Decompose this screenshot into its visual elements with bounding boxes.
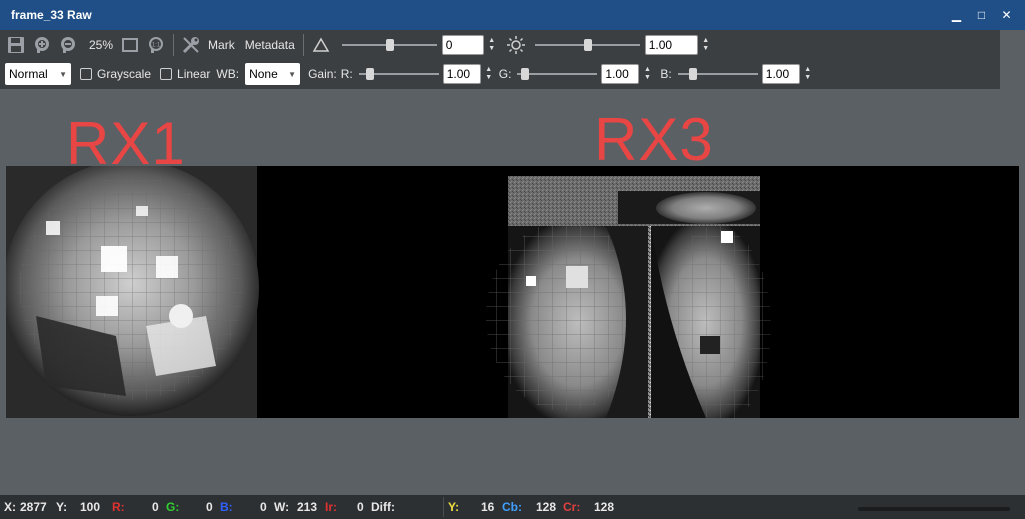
gain-g-input[interactable]: 1.00 (601, 64, 640, 84)
status-cb-label: Cb: (502, 500, 522, 514)
status-r-value: 0 (152, 500, 159, 514)
zoom-level: 25% (89, 37, 114, 52)
chevron-down-icon: ▼ (288, 69, 297, 79)
contrast-icon (310, 34, 332, 56)
grayscale-label: Grayscale (97, 67, 152, 81)
status-cr-label: Cr: (563, 500, 581, 514)
wb-label: WB: (216, 67, 240, 81)
mark-button[interactable]: Mark (208, 38, 235, 52)
tools-icon[interactable] (180, 34, 202, 56)
status-g-value: 0 (206, 500, 213, 514)
status-cb-value: 128 (536, 500, 557, 514)
status-cr-value: 128 (594, 500, 615, 514)
linear-checkbox[interactable]: Linear (160, 67, 210, 81)
gain-r-spinner[interactable]: ▲ ▼ (484, 64, 494, 84)
brightness-icon (505, 34, 527, 56)
maximize-button[interactable]: □ (969, 4, 994, 26)
status-ir-value: 0 (357, 500, 364, 514)
status-r-label: R: (112, 500, 125, 514)
status-diff-label: Diff: (371, 500, 395, 514)
contrast-spinner[interactable]: ▲ ▼ (487, 35, 497, 55)
gain-b-input[interactable]: 1.00 (761, 64, 800, 84)
gain-b-spinner[interactable]: ▲ ▼ (803, 64, 813, 84)
gain-b-slider[interactable] (677, 66, 758, 82)
frame-image-canvas (3, 160, 771, 426)
image-viewer[interactable]: RX1 RX3 (0, 89, 1025, 495)
toolbar-separator (173, 33, 175, 56)
status-b-value: 0 (260, 500, 267, 514)
contrast-input[interactable]: 0 (441, 34, 484, 55)
contrast-slider[interactable] (341, 37, 437, 53)
grayscale-checkbox[interactable]: Grayscale (80, 67, 151, 81)
status-separator (443, 497, 444, 517)
mode-select-value: Normal (9, 67, 48, 81)
actual-size-icon[interactable]: 1:1 (145, 34, 167, 56)
toolbar-separator (302, 33, 304, 56)
rx3-label: RX3 (594, 106, 714, 173)
chevron-down-icon: ▼ (59, 69, 67, 79)
gain-r-label: R: (340, 67, 353, 81)
brightness-slider[interactable] (534, 37, 640, 53)
window-controls: ▁ □ ✕ (944, 0, 1019, 30)
status-x-label: X: (4, 500, 16, 514)
grayscale-checkbox-box[interactable] (80, 68, 92, 80)
minimize-button[interactable]: ▁ (944, 4, 969, 26)
progress-bar (858, 507, 1010, 511)
gain-g-label: G: (498, 67, 512, 81)
toolbar-main: 25% 1:1 Mark Metadata 0 ▲ ▼ 1.00 ▲ ▼ (0, 30, 1000, 59)
gain-r-input[interactable]: 1.00 (442, 64, 481, 84)
zoom-in-icon[interactable] (31, 34, 53, 56)
gain-label: Gain: (308, 67, 337, 81)
rx1-label: RX1 (66, 110, 186, 177)
frame-image[interactable] (3, 160, 1019, 426)
contrast-slider-thumb[interactable] (385, 38, 394, 51)
status-w-label: W: (274, 500, 290, 514)
fit-window-icon[interactable] (119, 34, 141, 56)
gain-g-slider[interactable] (517, 66, 598, 82)
mode-select[interactable]: Normal ▼ (5, 63, 71, 85)
status-luma-value: 16 (481, 500, 495, 514)
window-title: frame_33 Raw (11, 8, 92, 22)
rx3-image (486, 176, 771, 426)
status-w-value: 213 (297, 500, 318, 514)
gain-b-label: B: (660, 67, 672, 81)
toolbar-color: Normal ▼ Grayscale Linear WB: None ▼ Gai… (0, 59, 1000, 89)
gain-b-slider-thumb[interactable] (688, 68, 697, 80)
toolbar-gap (1000, 30, 1025, 89)
svg-text:1:1: 1:1 (152, 42, 161, 48)
close-button[interactable]: ✕ (994, 4, 1019, 26)
brightness-input[interactable]: 1.00 (644, 34, 698, 55)
zoom-out-icon[interactable] (57, 34, 79, 56)
metadata-button[interactable]: Metadata (245, 38, 295, 52)
status-b-label: B: (220, 500, 233, 514)
status-ir-label: Ir: (325, 500, 337, 514)
status-y-value: 100 (80, 500, 101, 514)
gain-r-slider-thumb[interactable] (365, 68, 374, 80)
rx1-image (3, 160, 259, 418)
status-y-label: Y: (56, 500, 68, 514)
gain-r-slider[interactable] (358, 66, 439, 82)
status-x-value: 2877 (20, 500, 47, 514)
status-g-label: G: (166, 500, 180, 514)
title-bar: frame_33 Raw ▁ □ ✕ (0, 0, 1025, 30)
status-luma-label: Y: (448, 500, 460, 514)
gain-g-spinner[interactable]: ▲ ▼ (642, 64, 652, 84)
gain-g-slider-thumb[interactable] (521, 68, 530, 80)
brightness-spinner[interactable]: ▲ ▼ (701, 35, 711, 55)
wb-select-value: None (249, 67, 278, 81)
save-icon[interactable] (5, 34, 27, 56)
linear-label: Linear (177, 67, 211, 81)
gain-g-slider-track (517, 73, 598, 75)
wb-select[interactable]: None ▼ (245, 63, 301, 85)
brightness-slider-thumb[interactable] (583, 38, 592, 51)
linear-checkbox-box[interactable] (160, 68, 173, 80)
